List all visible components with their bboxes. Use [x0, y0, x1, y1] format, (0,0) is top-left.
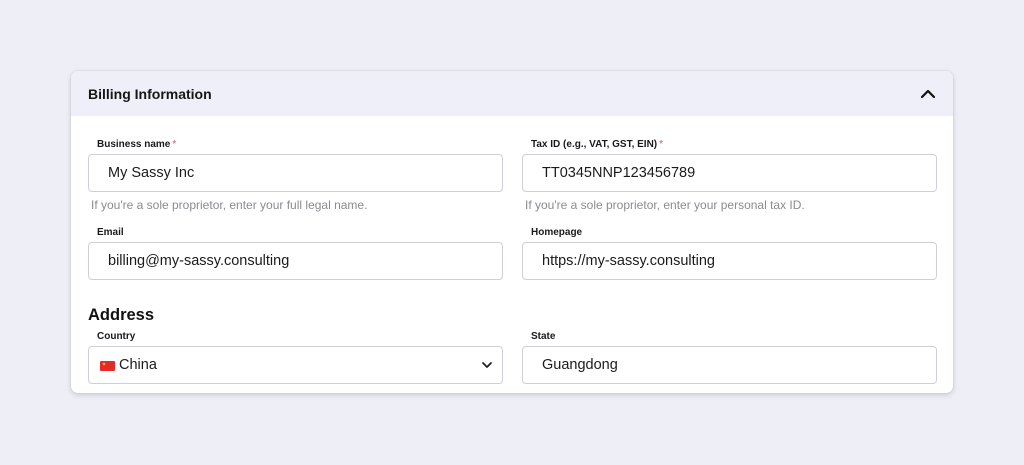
billing-information-card: Billing Information Business name* If yo…: [71, 71, 953, 393]
chevron-down-icon: [482, 362, 492, 368]
state-label: State: [531, 331, 556, 342]
homepage-label: Homepage: [531, 227, 583, 238]
country-select-value: China: [119, 357, 157, 373]
homepage-input[interactable]: [522, 242, 937, 280]
country-label: Country: [97, 331, 136, 342]
chevron-up-icon: [920, 89, 936, 99]
collapse-button[interactable]: [917, 83, 939, 105]
email-input[interactable]: [88, 242, 503, 280]
tax-id-hint: If you're a sole proprietor, enter your …: [525, 198, 805, 212]
card-title: Billing Information: [88, 86, 212, 102]
business-name-input[interactable]: [88, 154, 503, 192]
required-marker: *: [659, 139, 664, 150]
country-select[interactable]: China: [88, 346, 503, 384]
china-flag-icon: [100, 361, 115, 371]
business-name-hint: If you're a sole proprietor, enter your …: [91, 198, 368, 212]
card-header[interactable]: Billing Information: [71, 71, 953, 116]
address-section-title: Address: [88, 306, 155, 324]
tax-id-label-text: Tax ID (e.g., VAT, GST, EIN): [531, 139, 658, 150]
state-input[interactable]: [522, 346, 937, 384]
business-name-label: Business name *: [97, 139, 176, 150]
email-label: Email: [97, 227, 124, 238]
required-marker: *: [172, 139, 177, 150]
tax-id-input[interactable]: [522, 154, 937, 192]
business-name-label-text: Business name: [97, 139, 171, 150]
tax-id-label: Tax ID (e.g., VAT, GST, EIN) *: [531, 139, 663, 150]
